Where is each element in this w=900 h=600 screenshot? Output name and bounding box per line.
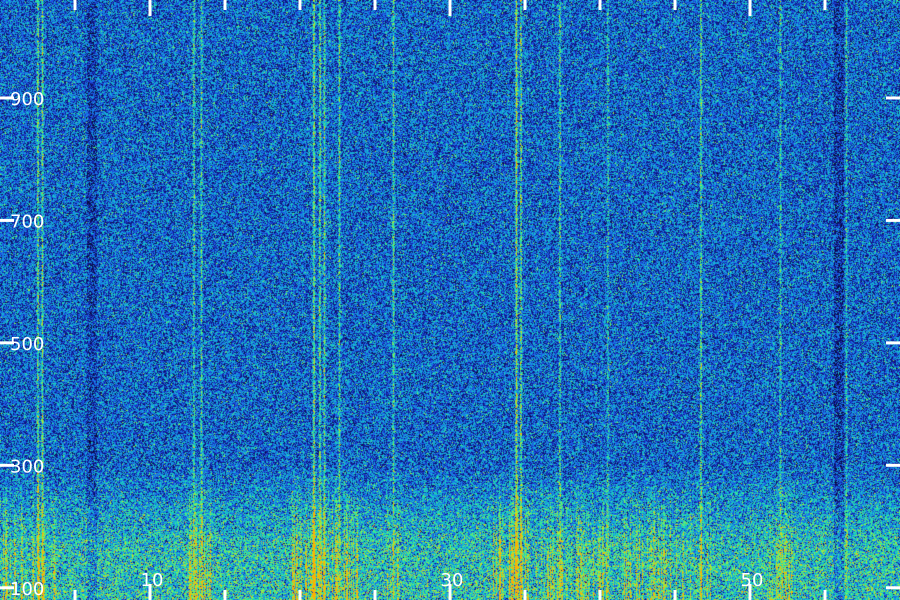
axes-overlay: 10 30 50 100 300 500 700 900 (0, 0, 900, 600)
spectrogram-chart: 10 30 50 100 300 500 700 900 (0, 0, 900, 600)
y-tick-label: 300 (10, 456, 44, 477)
y-tick-label: 500 (10, 334, 44, 355)
x-tick-label: 10 (141, 570, 164, 591)
x-tick-label: 50 (741, 570, 764, 591)
y-tick-label: 700 (10, 211, 44, 232)
y-tick-label: 900 (10, 89, 44, 110)
y-tick-label: 100 (10, 579, 44, 600)
x-tick-label: 30 (441, 570, 464, 591)
